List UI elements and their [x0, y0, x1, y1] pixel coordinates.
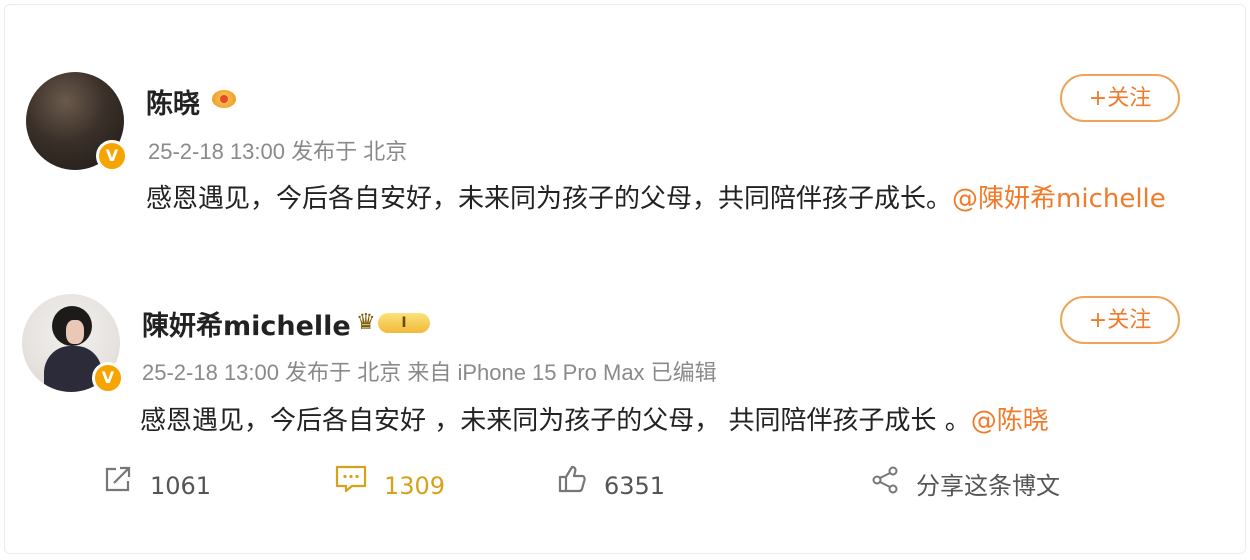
comment-button[interactable]: 1309 — [334, 462, 445, 510]
mention-link[interactable]: @陈晓 — [971, 406, 1049, 436]
share-icon — [870, 463, 900, 511]
post-text: 感恩遇见，今后各自安好 ，未来同为孩子的父母， 共同陪伴孩子成长 。@陈晓 — [140, 398, 1190, 444]
like-icon — [556, 463, 588, 511]
post-meta: 25-2-18 13:00 发布于 北京 来自 iPhone 15 Pro Ma… — [142, 360, 717, 385]
post-body: 感恩遇见，今后各自安好，未来同为孩子的父母，共同陪伴孩子成长。 — [146, 184, 953, 214]
comment-icon — [334, 463, 368, 511]
comment-count: 1309 — [384, 472, 446, 500]
share-label: 分享这条博文 — [916, 472, 1060, 500]
vip-badge-icon: ♛ I — [356, 310, 430, 336]
follow-button[interactable]: +关注 — [1060, 74, 1180, 122]
vip-level: I — [378, 313, 430, 333]
share-button[interactable]: 分享这条博文 — [870, 462, 1060, 510]
like-count: 6351 — [604, 472, 666, 500]
repost-count: 1061 — [150, 472, 212, 500]
crown-icon — [212, 86, 236, 108]
repost-icon — [102, 463, 134, 511]
action-bar: 1061 1309 6351 分享这条博文 — [0, 462, 1250, 510]
author-name[interactable]: 陳妍希michelle — [142, 304, 351, 343]
post-body: 感恩遇见，今后各自安好 ，未来同为孩子的父母， 共同陪伴孩子成长 。 — [140, 406, 971, 436]
mention-link[interactable]: @陳妍希michelle — [952, 184, 1166, 214]
post-meta: 25-2-18 13:00 发布于 北京 — [148, 139, 408, 164]
like-button[interactable]: 6351 — [556, 462, 665, 510]
follow-button[interactable]: +关注 — [1060, 296, 1180, 344]
author-name[interactable]: 陈晓 — [146, 82, 200, 121]
verified-v-icon: V — [92, 362, 124, 394]
verified-v-icon: V — [96, 140, 128, 172]
post-text: 感恩遇见，今后各自安好，未来同为孩子的父母，共同陪伴孩子成长。@陳妍希miche… — [146, 176, 1176, 222]
repost-button[interactable]: 1061 — [102, 462, 211, 510]
